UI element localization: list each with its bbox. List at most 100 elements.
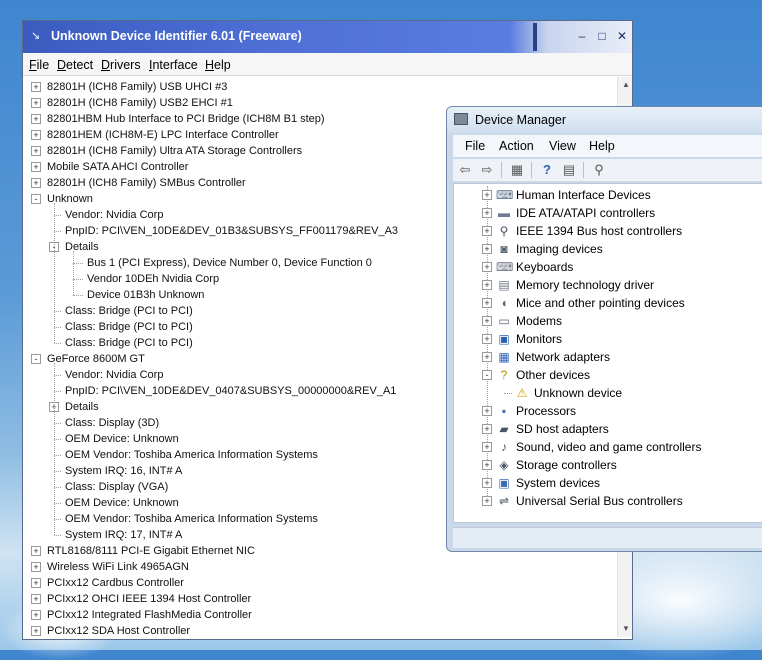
expand-icon[interactable]: + (482, 442, 492, 452)
device-node[interactable]: Wireless WiFi Link 4965AGN (47, 559, 189, 575)
dm-title-bar[interactable]: Device Manager (447, 107, 762, 133)
device-category[interactable]: IDE ATA/ATAPI controllers (516, 204, 655, 222)
device-node[interactable]: Mobile SATA AHCI Controller (47, 159, 188, 175)
device-node[interactable]: RTL8168/8111 PCI-E Gigabit Ethernet NIC (47, 543, 255, 559)
expand-icon[interactable]: + (31, 146, 41, 156)
view-icon[interactable]: ▤ (561, 162, 577, 178)
device-category[interactable]: Storage controllers (516, 456, 617, 474)
expand-icon[interactable]: + (482, 244, 492, 254)
expand-icon[interactable]: + (31, 562, 41, 572)
device-node[interactable]: 82801HBM Hub Interface to PCI Bridge (IC… (47, 111, 325, 127)
device-node[interactable]: 82801H (ICH8 Family) USB2 EHCI #1 (47, 95, 233, 111)
device-category[interactable]: Sound, video and game controllers (516, 438, 701, 456)
device-category[interactable]: Human Interface Devices (516, 186, 651, 204)
expand-icon[interactable]: + (31, 130, 41, 140)
dm-menu-file[interactable]: File (465, 139, 485, 153)
device-detail[interactable]: Class: Bridge (PCI to PCI) (65, 303, 193, 319)
expand-icon[interactable]: + (482, 280, 492, 290)
device-detail[interactable]: Vendor 10DEh Nvidia Corp (87, 271, 219, 287)
expand-icon[interactable]: + (482, 298, 492, 308)
dm-menu-help[interactable]: Help (589, 139, 615, 153)
expand-icon[interactable]: + (482, 496, 492, 506)
device-node[interactable]: 82801HEM (ICH8M-E) LPC Interface Control… (47, 127, 279, 143)
expand-icon[interactable]: + (31, 594, 41, 604)
expand-icon[interactable]: + (31, 626, 41, 636)
collapse-icon[interactable]: - (31, 194, 41, 204)
expand-icon[interactable]: + (482, 460, 492, 470)
device-detail[interactable]: Vendor: Nvidia Corp (65, 207, 163, 223)
expand-icon[interactable]: + (482, 334, 492, 344)
device-detail[interactable]: Bus 1 (PCI Express), Device Number 0, De… (87, 255, 372, 271)
device-detail[interactable]: Device 01B3h Unknown (87, 287, 204, 303)
device-detail[interactable]: PnpID: PCI\VEN_10DE&DEV_0407&SUBSYS_0000… (65, 383, 396, 399)
device-detail[interactable]: Details (65, 399, 99, 415)
device-detail[interactable]: Class: Bridge (PCI to PCI) (65, 335, 193, 351)
menu-detect[interactable]: Detect (57, 58, 93, 72)
device-node[interactable]: PCIxx12 Integrated FlashMedia Controller (47, 607, 252, 623)
forward-arrow-icon[interactable]: ⇨ (479, 162, 495, 178)
expand-icon[interactable]: + (482, 424, 492, 434)
scroll-up-arrow-icon[interactable]: ▲ (618, 77, 632, 93)
device-category[interactable]: Monitors (516, 330, 562, 348)
device-detail[interactable]: Vendor: Nvidia Corp (65, 367, 163, 383)
device-detail[interactable]: System IRQ: 17, INT# A (65, 527, 182, 543)
device-node[interactable]: GeForce 8600M GT (47, 351, 145, 367)
expand-icon[interactable]: + (482, 478, 492, 488)
expand-icon[interactable]: + (31, 82, 41, 92)
expand-icon[interactable]: + (31, 546, 41, 556)
device-node[interactable]: PCIxx12 SDA Host Controller (47, 623, 190, 639)
device-node[interactable]: PCIxx12 Cardbus Controller (47, 575, 184, 591)
device-category[interactable]: Universal Serial Bus controllers (516, 492, 683, 510)
expand-icon[interactable]: + (31, 114, 41, 124)
device-node[interactable]: PCIxx12 OHCI IEEE 1394 Host Controller (47, 591, 251, 607)
scroll-down-arrow-icon[interactable]: ▼ (618, 621, 632, 637)
device-category[interactable]: System devices (516, 474, 600, 492)
expand-icon[interactable]: + (482, 226, 492, 236)
dm-menu-view[interactable]: View (549, 139, 576, 153)
device-detail[interactable]: System IRQ: 16, INT# A (65, 463, 182, 479)
device-category[interactable]: SD host adapters (516, 420, 609, 438)
device-category[interactable]: Network adapters (516, 348, 610, 366)
expand-icon[interactable]: + (482, 208, 492, 218)
device-node[interactable]: 82801H (ICH8 Family) USB UHCI #3 (47, 79, 227, 95)
expand-icon[interactable]: + (31, 610, 41, 620)
device-category[interactable]: IEEE 1394 Bus host controllers (516, 222, 682, 240)
device-detail[interactable]: Class: Display (3D) (65, 415, 159, 431)
menu-file[interactable]: File (29, 58, 49, 72)
device-detail[interactable]: Class: Bridge (PCI to PCI) (65, 319, 193, 335)
menu-drivers[interactable]: Drivers (101, 58, 141, 72)
device-category[interactable]: Memory technology driver (516, 276, 654, 294)
device-detail[interactable]: OEM Vendor: Toshiba America Information … (65, 511, 318, 527)
expand-icon[interactable]: + (31, 162, 41, 172)
back-arrow-icon[interactable]: ⇦ (457, 162, 473, 178)
maximize-icon[interactable]: □ (593, 27, 611, 45)
expand-icon[interactable]: + (482, 316, 492, 326)
device-node[interactable]: 82801H (ICH8 Family) SMBus Controller (47, 175, 246, 191)
device-category[interactable]: Imaging devices (516, 240, 603, 258)
properties-icon[interactable]: ▦ (509, 162, 525, 178)
collapse-icon[interactable]: - (482, 370, 492, 380)
device-detail[interactable]: Class: Display (VGA) (65, 479, 168, 495)
device-category[interactable]: Processors (516, 402, 576, 420)
device-category[interactable]: Modems (516, 312, 562, 330)
device-detail[interactable]: OEM Device: Unknown (65, 495, 179, 511)
minimize-icon[interactable]: – (573, 27, 591, 45)
expand-icon[interactable]: + (482, 262, 492, 272)
device-detail[interactable]: PnpID: PCI\VEN_10DE&DEV_01B3&SUBSYS_FF00… (65, 223, 398, 239)
device-detail[interactable]: Details (65, 239, 99, 255)
scan-hardware-icon[interactable]: ⚲ (591, 162, 607, 178)
expand-icon[interactable]: + (482, 190, 492, 200)
menu-interface[interactable]: Interface (149, 58, 198, 72)
close-icon[interactable]: ✕ (613, 27, 631, 45)
dm-device-tree[interactable]: + ⌨ Human Interface Devices + ▬ IDE ATA/ATAPI… (453, 183, 762, 523)
help-icon[interactable]: ? (539, 162, 555, 178)
device-detail[interactable]: OEM Device: Unknown (65, 431, 179, 447)
udi-title-bar[interactable]: ↘ Unknown Device Identifier 6.01 (Freewa… (23, 21, 632, 53)
expand-icon[interactable]: + (31, 578, 41, 588)
device-category[interactable]: Other devices (516, 366, 590, 384)
menu-help[interactable]: Help (205, 58, 231, 72)
expand-icon[interactable]: + (31, 98, 41, 108)
expand-icon[interactable]: + (482, 352, 492, 362)
device-category[interactable]: Mice and other pointing devices (516, 294, 685, 312)
device-item[interactable]: Unknown device (534, 384, 622, 402)
